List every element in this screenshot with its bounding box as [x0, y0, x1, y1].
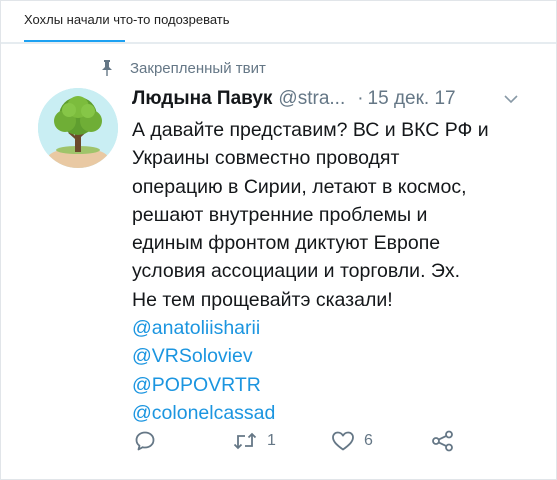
tweet-actions: 1 6 — [134, 428, 494, 454]
mention-link[interactable]: @POPOVRTR — [132, 371, 532, 399]
like-button[interactable]: 6 — [331, 428, 373, 454]
like-count: 6 — [364, 432, 373, 449]
tweet-text-line: условия ассоциации и торговли. Эх. — [132, 260, 461, 283]
author-name[interactable]: Людына Павук — [132, 88, 272, 110]
tweet-card[interactable]: Закрепленный твит Людына Павук @stra... … — [1, 43, 556, 480]
pinned-indicator: Закрепленный твит — [100, 58, 266, 78]
share-button[interactable] — [431, 428, 455, 454]
mention-link[interactable]: @anatoliisharii — [132, 314, 532, 342]
chevron-down-icon[interactable] — [504, 94, 518, 104]
retweet-icon — [233, 432, 257, 450]
page-caption: Хохлы начали что-то подозревать — [24, 12, 230, 27]
tweet-text-line: операцию в Сирии, летают в космос, — [132, 175, 467, 198]
avatar[interactable] — [38, 88, 118, 168]
pinned-label: Закрепленный твит — [130, 59, 266, 77]
avatar-image — [38, 88, 118, 168]
mention-link[interactable]: @VRSoloviev — [132, 342, 532, 370]
retweet-button[interactable]: 1 — [232, 428, 276, 454]
separator-dot: · — [357, 88, 364, 109]
screenshot-frame: Хохлы начали что-то подозревать Закрепле… — [0, 0, 557, 480]
tweet-date[interactable]: 15 дек. 17 — [368, 88, 456, 110]
reply-icon — [135, 431, 155, 451]
retweet-count: 1 — [267, 432, 276, 449]
tweet-text-line: единым фронтом диктуют Европе — [132, 232, 441, 255]
mention-link[interactable]: @colonelcassad — [132, 399, 532, 427]
reply-button[interactable] — [134, 428, 156, 454]
tweet-text-line: Украины совместно проводят — [132, 147, 400, 170]
tweet-text-line: решают внутренние проблемы и — [132, 203, 428, 226]
heart-icon — [332, 431, 354, 451]
tweet-text-line: А давайте представим? ВС и ВКС РФ и — [132, 119, 489, 141]
tweet-text-line: Не тем прощевайтэ сказали! — [132, 288, 393, 311]
pin-icon — [102, 60, 112, 76]
author-handle[interactable]: @stra... — [278, 88, 345, 110]
tweet-header: Людына Павук @stra... · 15 дек. 17 — [132, 88, 522, 112]
tweet-text: А давайте представим? ВС и ВКС РФ и Укра… — [132, 116, 532, 427]
share-icon — [432, 430, 453, 452]
